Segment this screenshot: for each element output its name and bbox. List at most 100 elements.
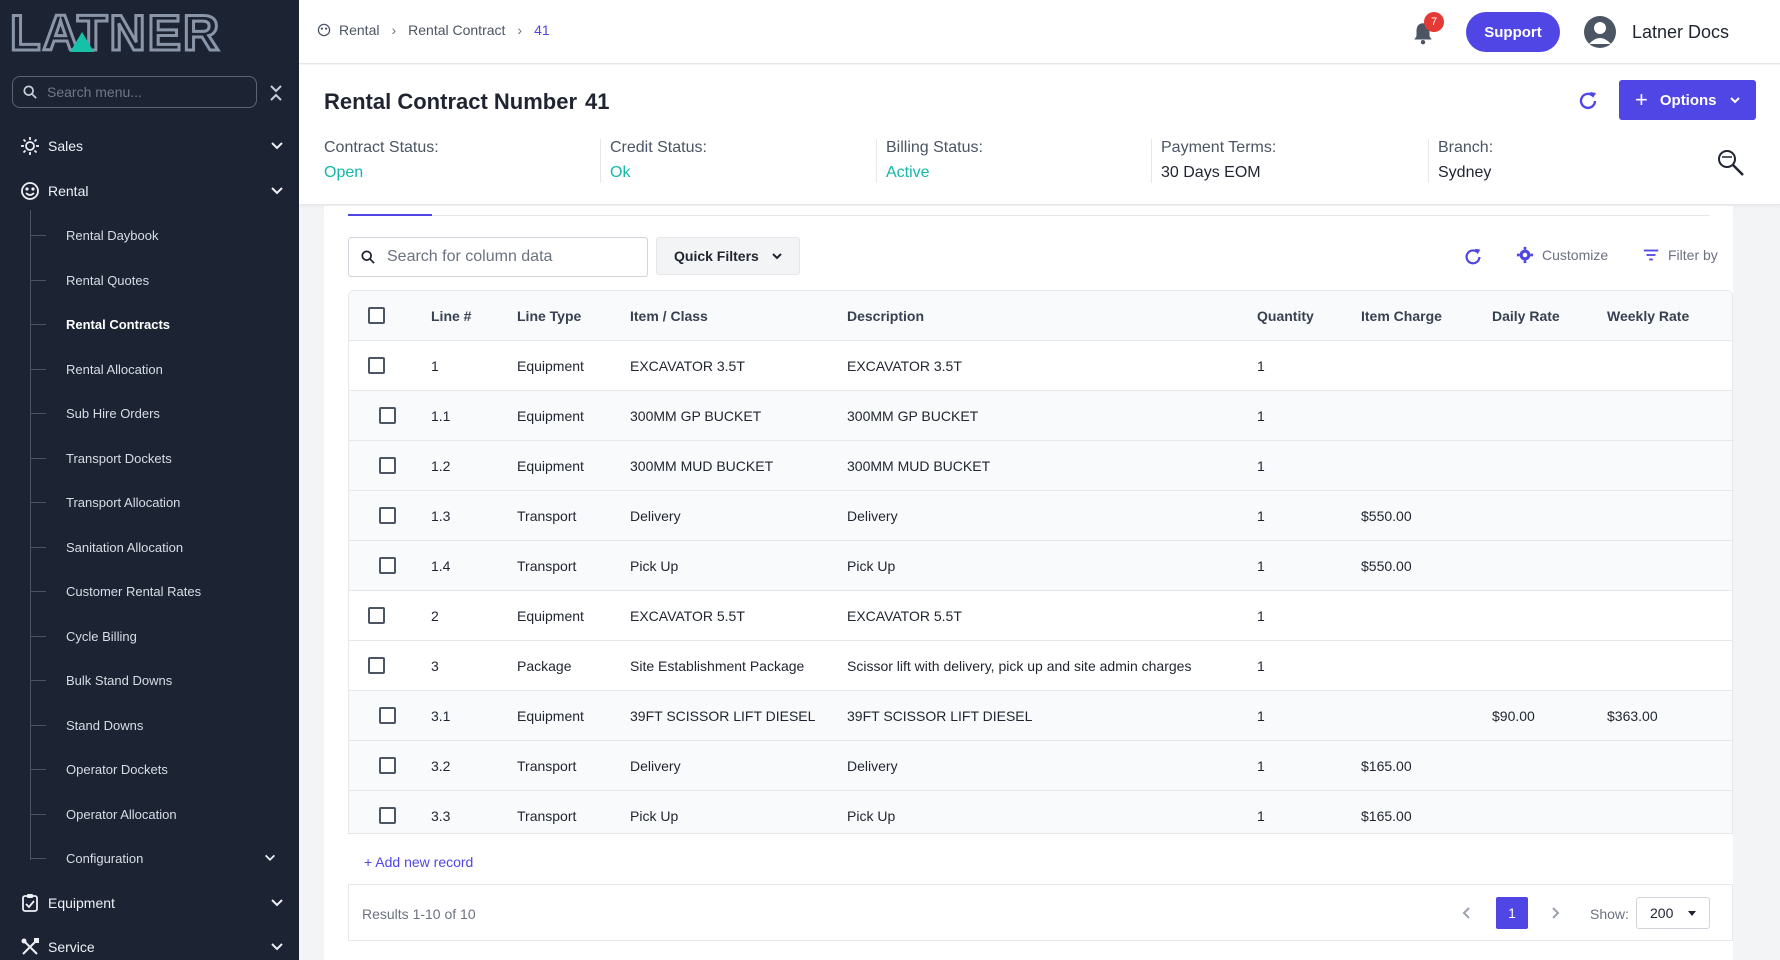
column-search-input[interactable]: Search for column data <box>348 237 648 277</box>
refresh-icon[interactable] <box>1576 89 1600 113</box>
chevron-left-icon[interactable] <box>1459 905 1473 921</box>
options-label: Options <box>1659 91 1717 109</box>
table-row[interactable]: 3.3 Transport Pick Up Pick Up 1 $165.00 <box>349 791 1732 833</box>
table-row[interactable]: 1.1 Equipment 300MM GP BUCKET 300MM GP B… <box>349 391 1732 441</box>
sidebar-item-rental-quotes[interactable]: Rental Quotes <box>30 261 299 299</box>
sidebar-item-sanitation-allocation[interactable]: Sanitation Allocation <box>30 528 299 566</box>
table-row[interactable]: 1.4 Transport Pick Up Pick Up 1 $550.00 <box>349 541 1732 591</box>
menu-search-placeholder: Search menu... <box>47 84 142 100</box>
chevron-right-icon[interactable] <box>1549 905 1563 921</box>
branch: Branch: Sydney <box>1428 139 1494 183</box>
sidebar-item-rental-contracts[interactable]: Rental Contracts <box>30 305 299 343</box>
sidebar-item-rental[interactable]: Rental <box>0 173 299 209</box>
cell-line-type: Package <box>517 658 572 674</box>
row-checkbox[interactable] <box>368 657 385 674</box>
document-search-icon[interactable] <box>1715 147 1747 179</box>
menu-search-input[interactable]: Search menu... <box>12 76 257 108</box>
user-name[interactable]: Latner Docs <box>1632 22 1729 43</box>
cell-item-charge: $550.00 <box>1361 558 1412 574</box>
refresh-icon[interactable] <box>1462 246 1484 268</box>
cell-description: Scissor lift with delivery, pick up and … <box>847 658 1192 674</box>
page-size-label: Show: <box>1590 906 1629 922</box>
sidebar-item-stand-downs[interactable]: Stand Downs <box>30 706 299 744</box>
breadcrumb-rental-contract[interactable]: Rental Contract <box>408 22 505 38</box>
table-row[interactable]: 1.3 Transport Delivery Delivery 1 $550.0… <box>349 491 1732 541</box>
options-button[interactable]: + Options <box>1619 80 1756 120</box>
column-header-item-class[interactable]: Item / Class <box>630 308 708 324</box>
sidebar-item-operator-dockets[interactable]: Operator Dockets <box>30 750 299 788</box>
cell-item: 300MM GP BUCKET <box>630 408 762 424</box>
sidebar-item-transport-allocation[interactable]: Transport Allocation <box>30 483 299 521</box>
quick-filters-button[interactable]: Quick Filters <box>656 237 800 275</box>
latner-logo[interactable]: LATNER <box>10 8 280 58</box>
sidebar-item-service[interactable]: Service <box>0 929 299 960</box>
cell-line: 1.1 <box>431 408 451 424</box>
row-checkbox[interactable] <box>379 557 396 574</box>
column-header-line-type[interactable]: Line Type <box>517 308 581 324</box>
row-checkbox[interactable] <box>379 407 396 424</box>
row-checkbox[interactable] <box>379 757 396 774</box>
table-row[interactable]: 2 Equipment EXCAVATOR 5.5T EXCAVATOR 5.5… <box>349 591 1732 641</box>
tab-active-indicator <box>348 214 432 216</box>
sidebar-item-label: Rental Quotes <box>66 272 150 288</box>
sidebar-item-transport-dockets[interactable]: Transport Dockets <box>30 439 299 477</box>
row-checkbox[interactable] <box>379 507 396 524</box>
filter-by-button[interactable]: Filter by <box>1642 246 1718 264</box>
table-row[interactable]: 3 Package Site Establishment Package Sci… <box>349 641 1732 691</box>
caret-down-icon <box>1688 911 1697 916</box>
sidebar-item-equipment[interactable]: Equipment <box>0 885 299 921</box>
sidebar-item-label: Stand Downs <box>66 717 144 733</box>
table-row[interactable]: 3.1 Equipment 39FT SCISSOR LIFT DIESEL 3… <box>349 691 1732 741</box>
sidebar-item-bulk-stand-downs[interactable]: Bulk Stand Downs <box>30 661 299 699</box>
page-size-select[interactable]: 200 <box>1636 897 1710 929</box>
branch-label: Branch: <box>1438 139 1494 156</box>
credit-status-value: Ok <box>610 164 631 181</box>
row-checkbox[interactable] <box>379 707 396 724</box>
cell-line-type: Equipment <box>517 608 584 624</box>
avatar[interactable] <box>1584 16 1616 48</box>
sidebar-item-sub-hire-orders[interactable]: Sub Hire Orders <box>30 394 299 432</box>
sidebar-item-label: Bulk Stand Downs <box>66 672 173 688</box>
sidebar-item-customer-rental-rates[interactable]: Customer Rental Rates <box>30 572 299 610</box>
column-header-line[interactable]: Line # <box>431 308 471 324</box>
column-header-weekly-rate[interactable]: Weekly Rate <box>1607 308 1689 324</box>
column-header-quantity[interactable]: Quantity <box>1257 308 1314 324</box>
customize-button[interactable]: Customize <box>1516 246 1608 264</box>
support-button[interactable]: Support <box>1466 12 1560 52</box>
sidebar-item-rental-daybook[interactable]: Rental Daybook <box>30 216 299 254</box>
sidebar-item-configuration[interactable]: Configuration <box>30 839 299 877</box>
table-row[interactable]: 1 Equipment EXCAVATOR 3.5T EXCAVATOR 3.5… <box>349 341 1732 391</box>
credit-status: Credit Status: Ok <box>600 139 707 183</box>
cell-line-type: Equipment <box>517 408 584 424</box>
table-row[interactable]: 1.2 Equipment 300MM MUD BUCKET 300MM MUD… <box>349 441 1732 491</box>
column-header-description[interactable]: Description <box>847 308 924 324</box>
sidebar-item-cycle-billing[interactable]: Cycle Billing <box>30 617 299 655</box>
column-header-item-charge[interactable]: Item Charge <box>1361 308 1442 324</box>
cell-quantity: 1 <box>1257 458 1265 474</box>
notification-badge: 7 <box>1424 12 1444 32</box>
select-all-checkbox[interactable] <box>368 307 385 324</box>
sidebar-item-label: Operator Allocation <box>66 806 177 822</box>
row-checkbox[interactable] <box>379 807 396 824</box>
contract-lines-table: Line # Line Type Item / Class Descriptio… <box>348 290 1733 834</box>
add-new-record-link[interactable]: + Add new record <box>364 854 473 870</box>
column-header-daily-rate[interactable]: Daily Rate <box>1492 308 1560 324</box>
sidebar-item-label: Sales <box>48 138 84 154</box>
cell-item-charge: $165.00 <box>1361 808 1412 824</box>
page-title: Rental Contract Number 41 <box>324 89 610 115</box>
page-title-text: Rental Contract Number <box>324 89 578 114</box>
collapse-menu-icon[interactable] <box>268 82 284 104</box>
row-checkbox[interactable] <box>379 457 396 474</box>
sidebar-item-label: Transport Dockets <box>66 450 172 466</box>
sidebar-item-label: Sanitation Allocation <box>66 539 184 555</box>
sidebar-item-sales[interactable]: Sales <box>0 128 299 164</box>
sidebar-item-operator-allocation[interactable]: Operator Allocation <box>30 795 299 833</box>
breadcrumb-rental[interactable]: Rental <box>339 22 379 38</box>
payment-terms: Payment Terms: 30 Days EOM <box>1151 139 1276 183</box>
page-number-current[interactable]: 1 <box>1496 897 1528 929</box>
row-checkbox[interactable] <box>368 357 385 374</box>
credit-status-label: Credit Status: <box>610 139 707 156</box>
row-checkbox[interactable] <box>368 607 385 624</box>
sidebar-item-rental-allocation[interactable]: Rental Allocation <box>30 350 299 388</box>
table-row[interactable]: 3.2 Transport Delivery Delivery 1 $165.0… <box>349 741 1732 791</box>
